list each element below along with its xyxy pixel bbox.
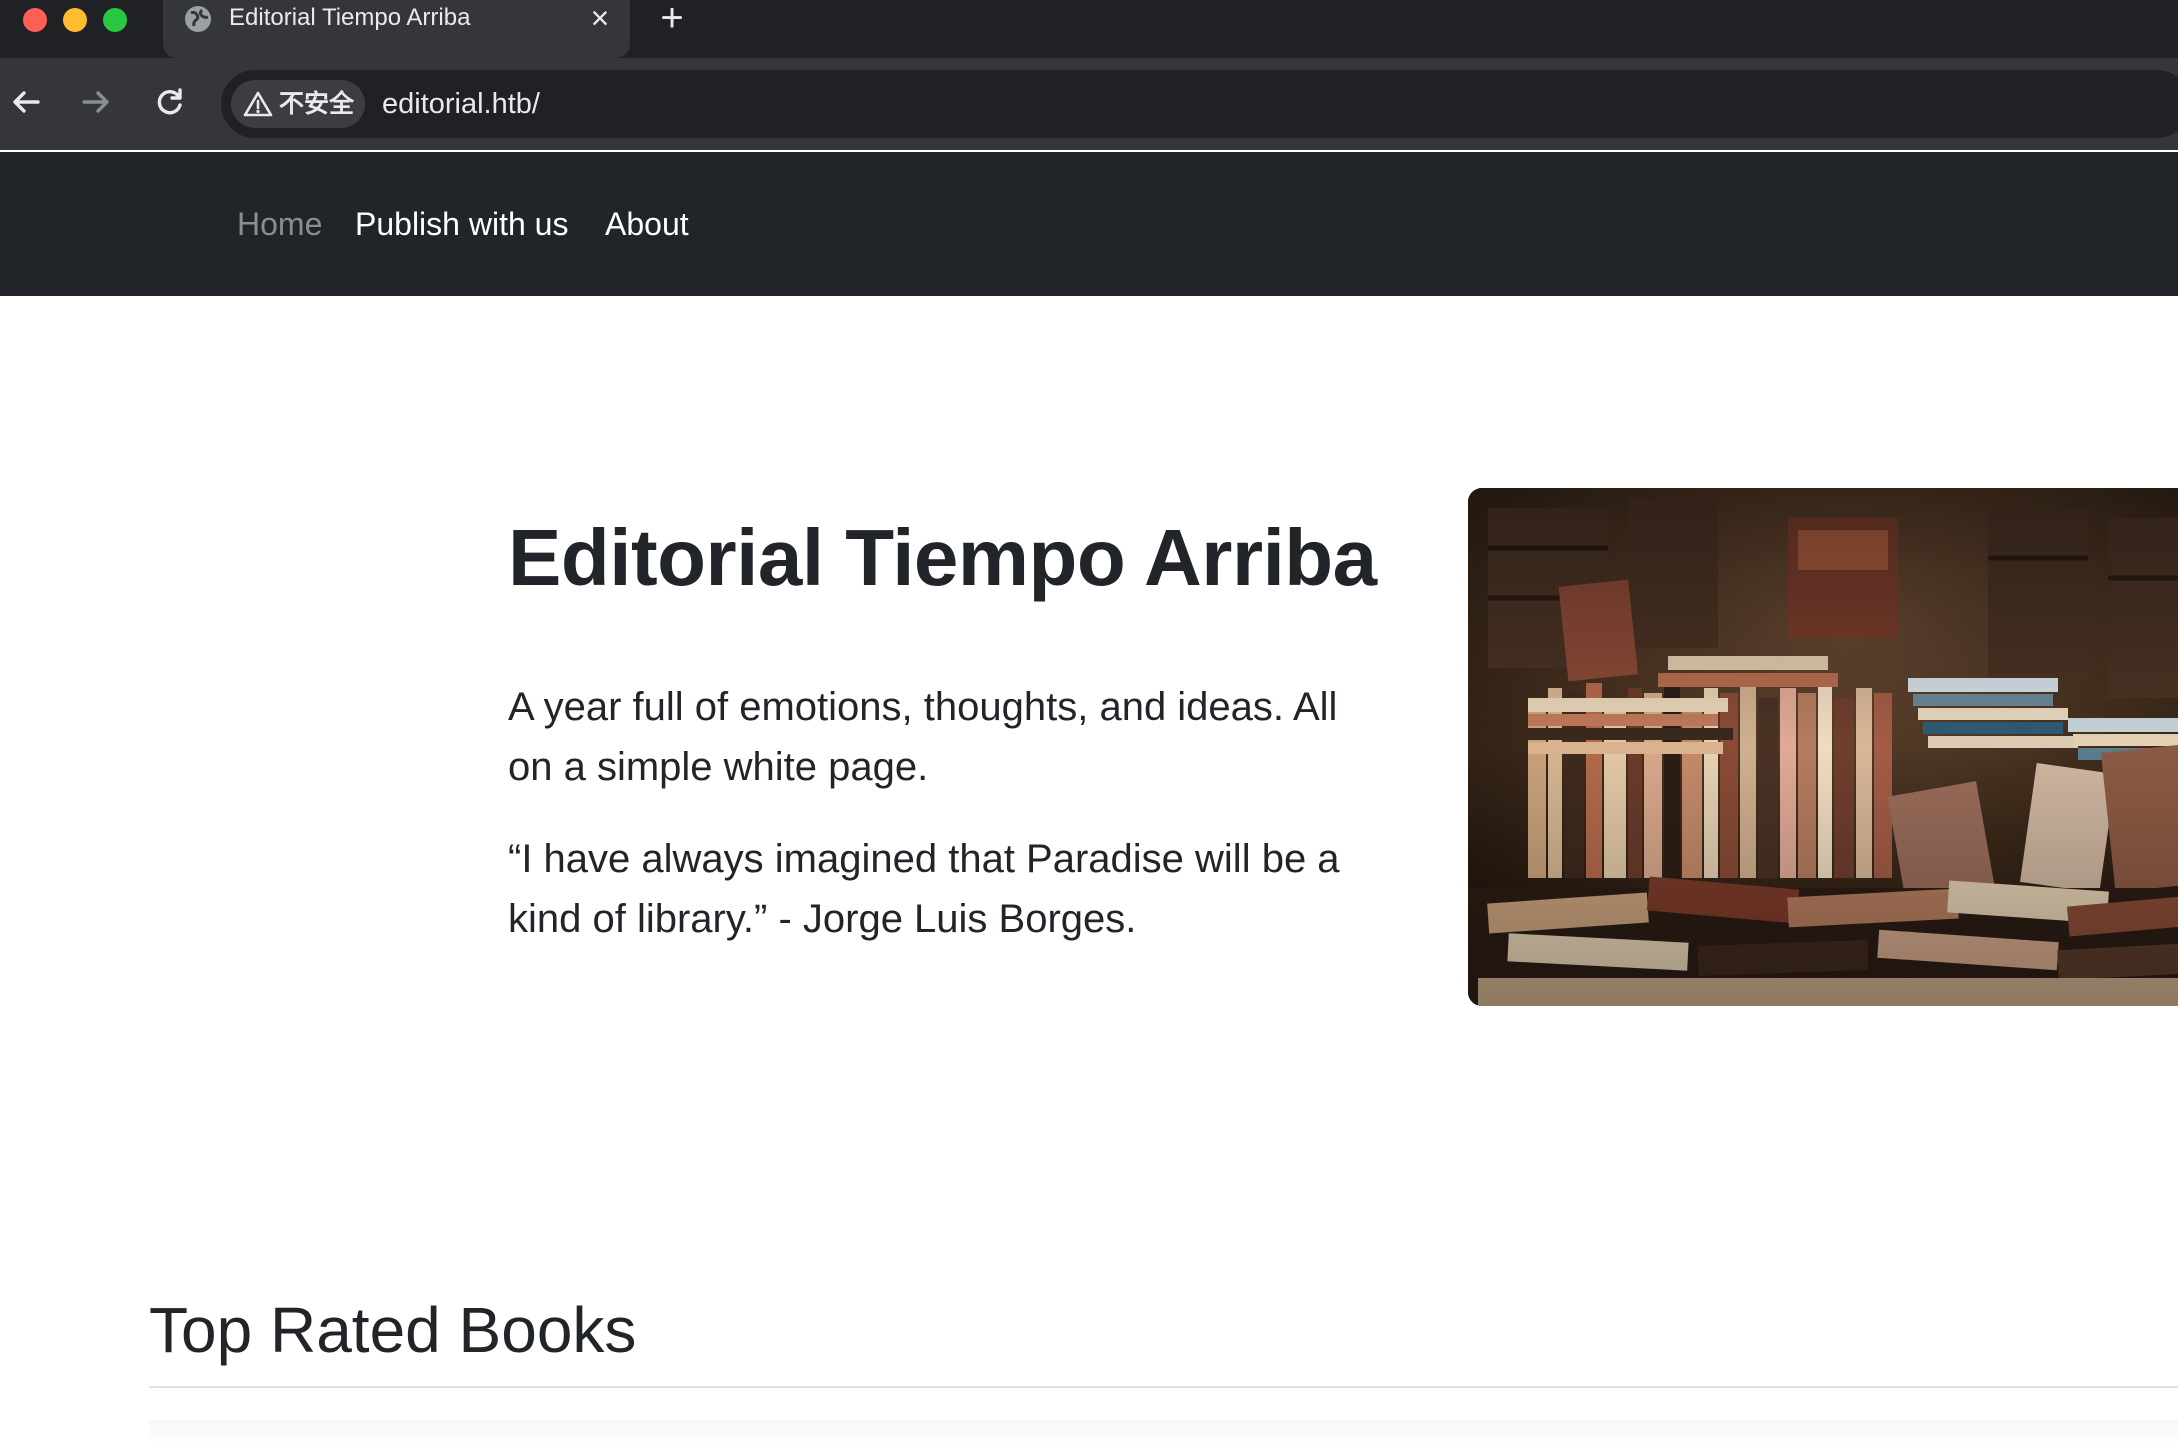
address-bar[interactable]: 不安全 editorial.htb/ xyxy=(221,70,2178,138)
nav-link-home[interactable]: Home xyxy=(237,204,322,244)
forward-arrow-icon[interactable] xyxy=(72,78,120,126)
hero-lead: A year full of emotions, thoughts, and i… xyxy=(508,685,1338,789)
warning-triangle-icon xyxy=(243,91,273,117)
browser-tab-bar: Editorial Tiempo Arriba × + xyxy=(0,0,2178,58)
close-tab-icon[interactable]: × xyxy=(583,2,617,34)
book-list-edge xyxy=(149,1420,2178,1444)
back-arrow-icon[interactable] xyxy=(2,78,50,126)
site-navbar: Home Publish with us About xyxy=(0,152,2178,296)
section-divider xyxy=(149,1386,2178,1388)
section-title: Top Rated Books xyxy=(149,1294,637,1366)
browser-toolbar: 不安全 editorial.htb/ xyxy=(0,58,2178,150)
reload-icon[interactable] xyxy=(146,78,194,126)
nav-link-about[interactable]: About xyxy=(605,204,689,244)
security-label: 不安全 xyxy=(279,90,355,118)
maximize-window-button[interactable] xyxy=(103,8,127,32)
browser-tab[interactable]: Editorial Tiempo Arriba × xyxy=(163,0,630,58)
new-tab-button[interactable]: + xyxy=(652,0,692,38)
security-indicator[interactable]: 不安全 xyxy=(231,80,365,128)
globe-icon xyxy=(185,6,211,32)
tab-title: Editorial Tiempo Arriba xyxy=(229,4,471,31)
nav-link-publish[interactable]: Publish with us xyxy=(355,204,568,244)
books-illustration xyxy=(1468,488,2178,1006)
minimize-window-button[interactable] xyxy=(63,8,87,32)
close-window-button[interactable] xyxy=(23,8,47,32)
hero-title: Editorial Tiempo Arriba xyxy=(508,513,1377,602)
hero-quote: “I have always imagined that Paradise wi… xyxy=(508,837,1340,941)
hero-books-image xyxy=(1468,488,2178,1006)
url-text[interactable]: editorial.htb/ xyxy=(382,88,540,120)
